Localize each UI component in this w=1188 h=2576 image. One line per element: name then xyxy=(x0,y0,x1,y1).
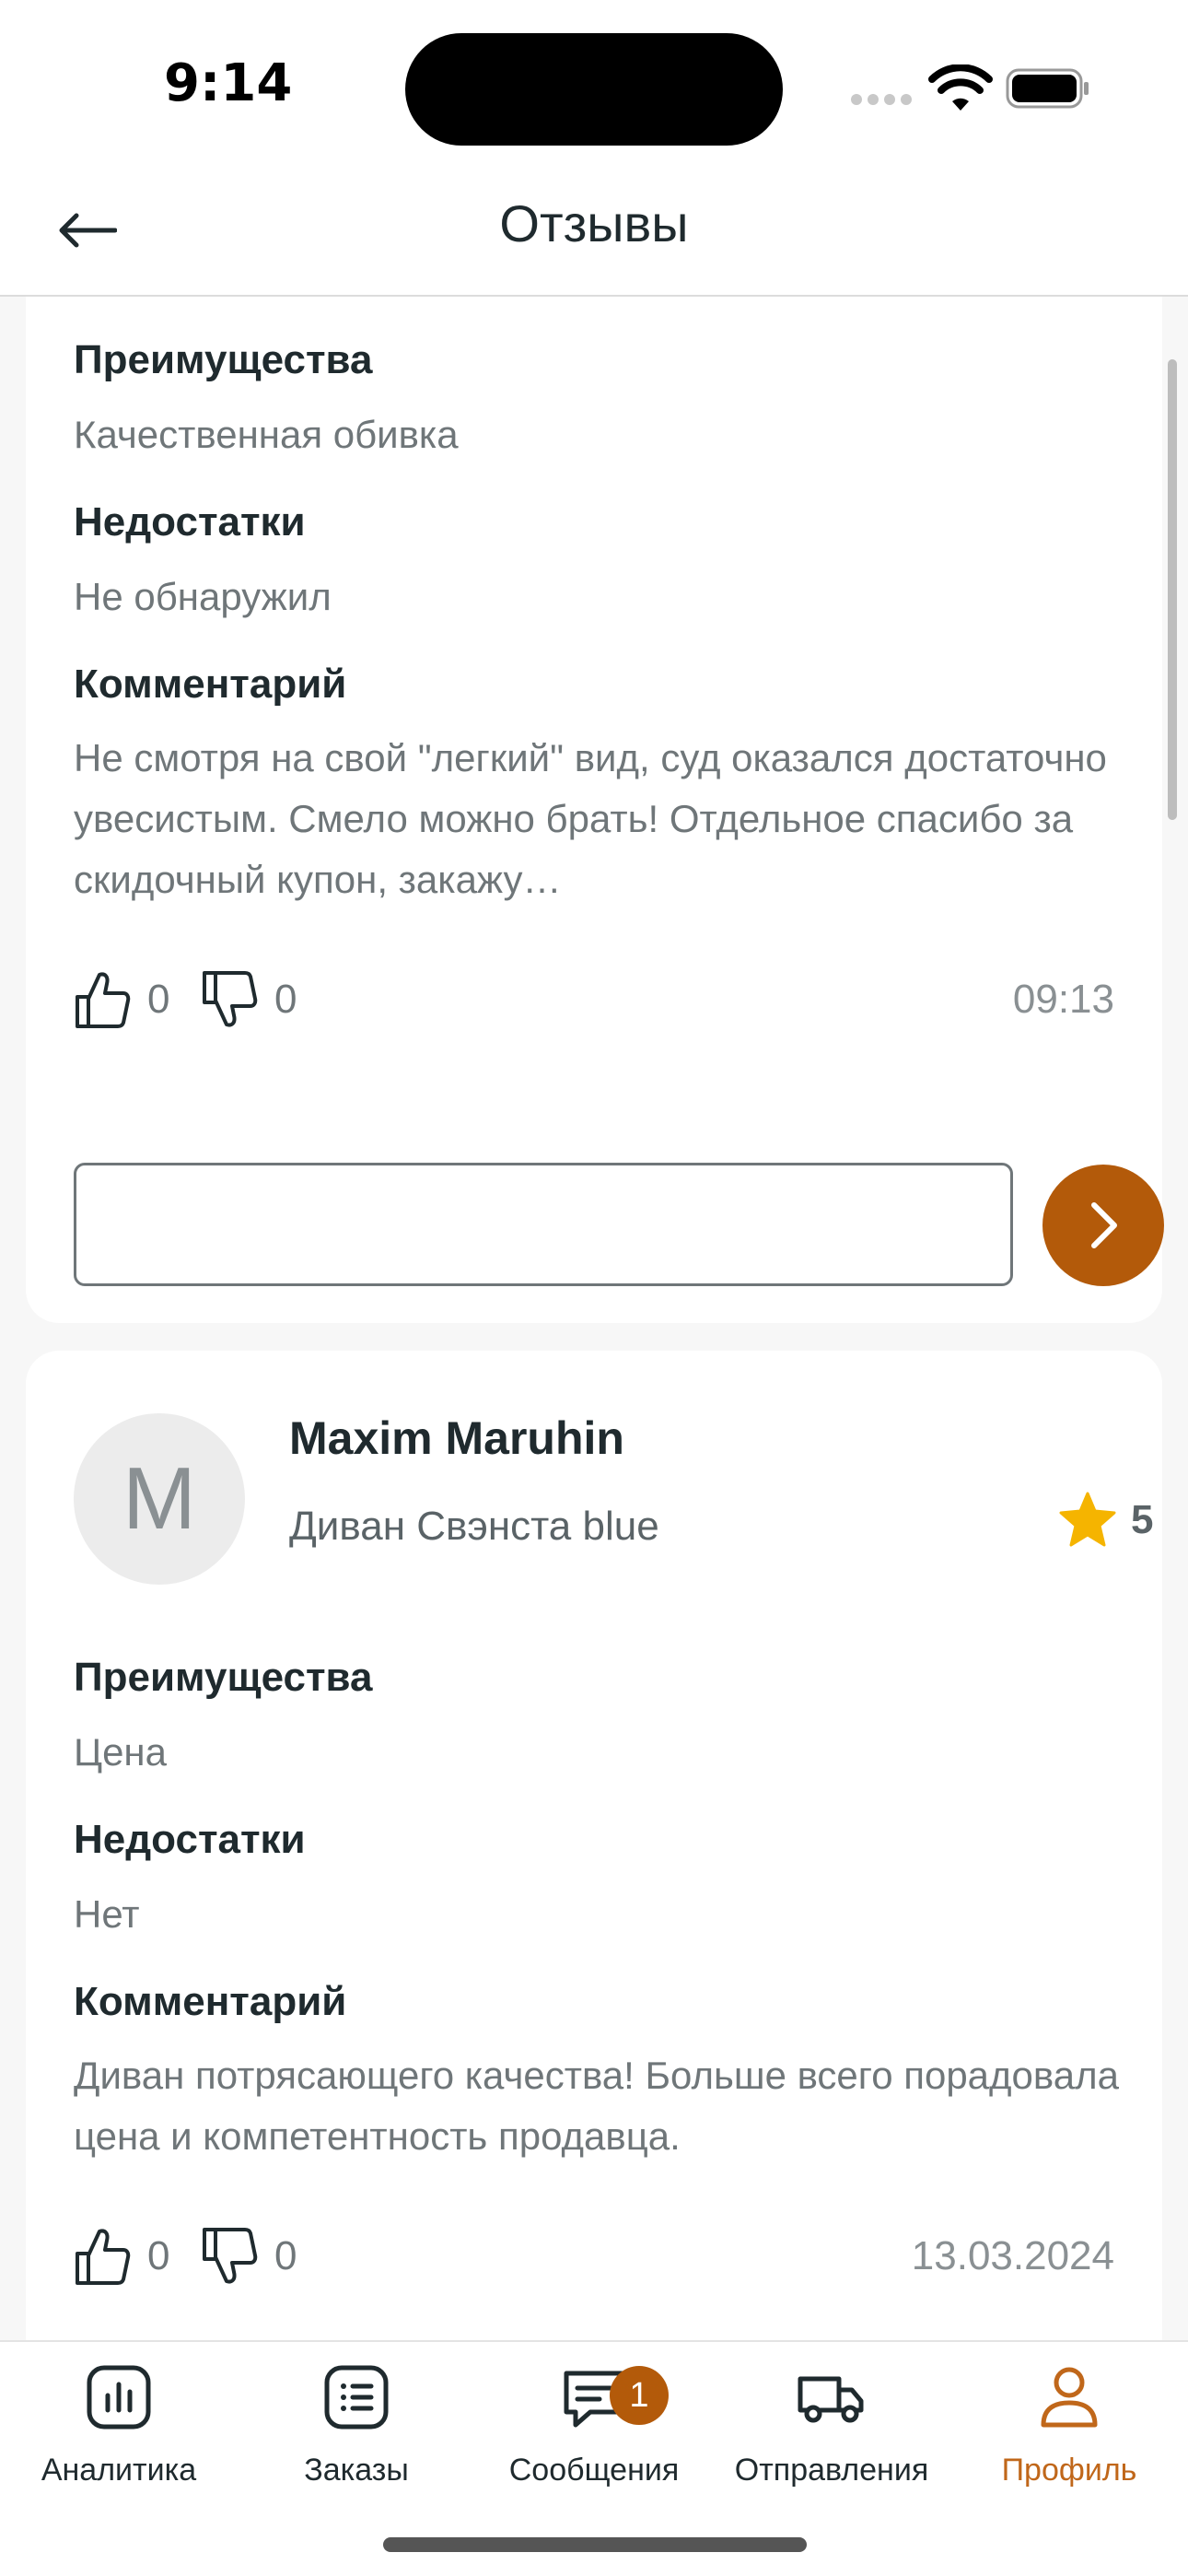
review-date: 13.03.2024 xyxy=(911,2233,1114,2278)
dislike-button[interactable]: 0 xyxy=(201,969,297,1030)
like-button[interactable]: 0 xyxy=(74,969,169,1030)
thumbs-down-icon xyxy=(203,971,258,1027)
tab-shipments[interactable]: Отправления xyxy=(713,2360,950,2499)
wifi-icon xyxy=(928,64,993,111)
comment-label: Комментарий xyxy=(74,662,347,707)
scrollbar[interactable] xyxy=(1168,359,1177,820)
comment-text: Диван потрясающего качества! Больше всег… xyxy=(74,2054,1119,2158)
tab-label: Аналитика xyxy=(41,2453,197,2488)
tab-label: Сообщения xyxy=(508,2453,680,2488)
like-button[interactable]: 0 xyxy=(74,2226,169,2287)
chart-icon xyxy=(87,2365,151,2430)
rating-value: 5 xyxy=(1131,1497,1154,1542)
tab-messages[interactable]: Сообщения 1 xyxy=(475,2360,713,2499)
author-name: Maxim Maruhin xyxy=(289,1412,624,1464)
page-title: Отзывы xyxy=(499,194,689,252)
tab-profile[interactable]: Профиль xyxy=(950,2360,1188,2499)
cons-label: Недостатки xyxy=(74,499,306,544)
review-card: M Maxim Maruhin Диван Свэнста blue 5 Пре… xyxy=(26,1351,1162,2340)
rating: 5 xyxy=(1057,1491,1153,1550)
cellular-signal-icon xyxy=(851,94,912,105)
review-time: 09:13 xyxy=(1012,977,1114,1022)
status-bar: 9:14 xyxy=(0,0,1188,166)
list-icon xyxy=(324,2365,389,2430)
pros-label: Преимущества xyxy=(74,337,373,382)
cons-text: Не обнаружил xyxy=(74,575,332,618)
like-count: 0 xyxy=(147,977,170,1022)
product-name: Диван Свэнста blue xyxy=(289,1504,659,1549)
navigation-bar: Отзывы xyxy=(0,166,1188,297)
dislike-count: 0 xyxy=(274,977,297,1022)
pros-text: Цена xyxy=(74,1730,167,1774)
avatar: M xyxy=(74,1413,245,1585)
pros-label: Преимущества xyxy=(74,1655,373,1700)
like-count: 0 xyxy=(147,2233,170,2278)
cons-label: Недостатки xyxy=(74,1817,306,1862)
chevron-right-icon xyxy=(1091,1202,1117,1248)
status-time: 9:14 xyxy=(164,53,293,113)
thumbs-up-icon xyxy=(76,972,131,1028)
comment-label: Комментарий xyxy=(74,1979,347,2024)
unread-badge: 1 xyxy=(610,2366,669,2425)
reviews-list[interactable]: Преимущества Качественная обивка Недоста… xyxy=(0,297,1188,2340)
reply-input[interactable] xyxy=(74,1163,1013,1286)
home-indicator xyxy=(383,2537,807,2552)
tab-label: Заказы xyxy=(304,2453,409,2488)
truck-icon xyxy=(798,2376,864,2423)
tab-analytics[interactable]: Аналитика xyxy=(0,2360,238,2499)
pros-text: Качественная обивка xyxy=(74,413,459,456)
tab-orders[interactable]: Заказы xyxy=(238,2360,475,2499)
thumbs-down-icon xyxy=(203,2228,258,2284)
cons-text: Нет xyxy=(74,1892,140,1936)
tab-label: Отправления xyxy=(734,2453,929,2488)
dislike-count: 0 xyxy=(274,2233,297,2278)
dynamic-island xyxy=(405,33,783,146)
send-reply-button[interactable] xyxy=(1042,1165,1164,1286)
person-icon xyxy=(1041,2367,1098,2428)
dislike-button[interactable]: 0 xyxy=(201,2226,297,2287)
thumbs-up-icon xyxy=(76,2229,131,2285)
star-icon xyxy=(1059,1492,1116,1547)
tab-label: Профиль xyxy=(1001,2453,1137,2488)
review-card: Преимущества Качественная обивка Недоста… xyxy=(26,297,1164,1323)
comment-text: Не смотря на свой "легкий" вид, суд оказ… xyxy=(74,736,1107,901)
battery-icon xyxy=(1006,68,1089,109)
